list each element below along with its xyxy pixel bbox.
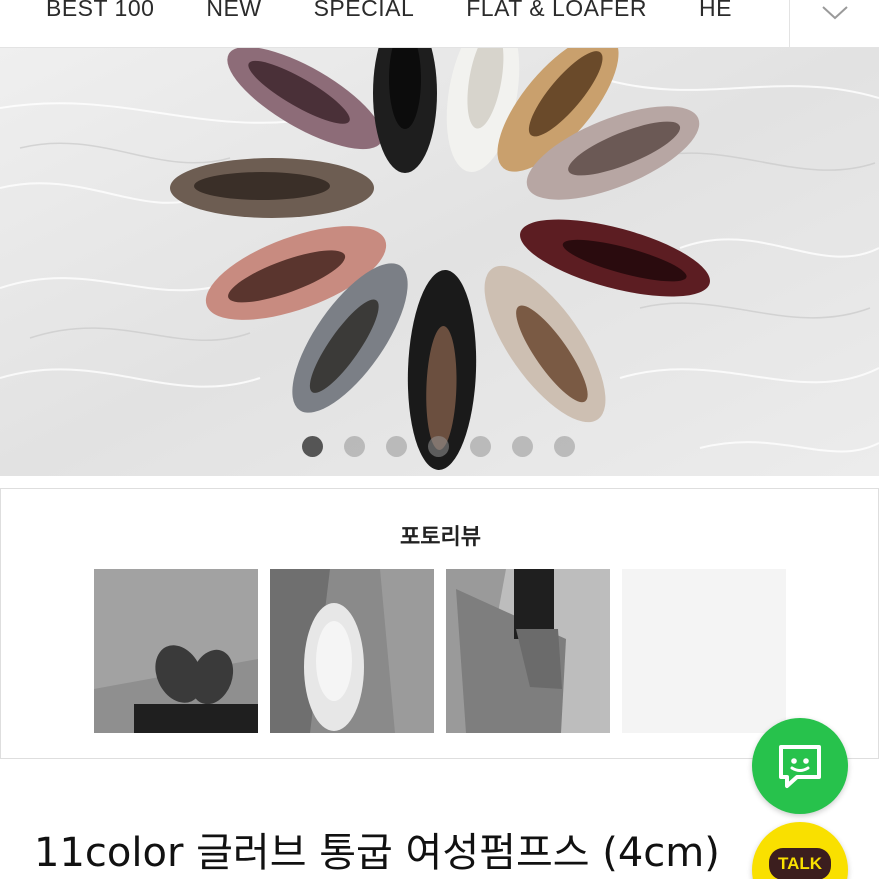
review-photo-1-image <box>94 569 258 733</box>
carousel-dot-2[interactable] <box>344 436 365 457</box>
carousel-dot-4[interactable] <box>428 436 449 457</box>
photo-review-title: 포토리뷰 <box>400 525 481 550</box>
review-photo-2[interactable] <box>270 569 434 733</box>
category-list: BEST 100 NEW SPECIAL FLAT & LOAFER HE <box>0 0 784 28</box>
chat-button[interactable] <box>752 718 848 814</box>
nav-more-button[interactable] <box>789 0 879 47</box>
review-photo-3[interactable] <box>446 569 610 733</box>
review-photo-4[interactable] <box>622 569 786 733</box>
review-photo-1[interactable] <box>94 569 258 733</box>
carousel-dot-5[interactable] <box>470 436 491 457</box>
review-photo-2-image <box>270 569 434 733</box>
chat-icon <box>779 745 821 788</box>
hero-banner[interactable] <box>0 48 879 476</box>
nav-item-flat-loafer[interactable]: FLAT & LOAFER <box>466 0 647 22</box>
review-photo-3-image <box>446 569 610 733</box>
talk-label: TALK <box>768 848 832 879</box>
nav-item-best100[interactable]: BEST 100 <box>46 0 154 22</box>
category-nav: BEST 100 NEW SPECIAL FLAT & LOAFER HE <box>0 0 879 48</box>
product-title: 11color 글러브 통굽 여성펌프스 (4cm) <box>34 830 720 876</box>
hero-image <box>0 48 879 476</box>
carousel-dot-1[interactable] <box>302 436 323 457</box>
nav-item-new[interactable]: NEW <box>206 0 261 22</box>
chevron-down-icon <box>821 6 848 20</box>
photo-review-section: 포토리뷰 <box>0 488 879 759</box>
carousel-dot-3[interactable] <box>386 436 407 457</box>
nav-item-heel[interactable]: HE <box>699 0 732 22</box>
carousel-dot-6[interactable] <box>512 436 533 457</box>
nav-item-special[interactable]: SPECIAL <box>314 0 415 22</box>
carousel-indicators <box>302 436 575 457</box>
kakao-talk-button[interactable]: TALK <box>752 822 848 879</box>
carousel-dot-7[interactable] <box>554 436 575 457</box>
